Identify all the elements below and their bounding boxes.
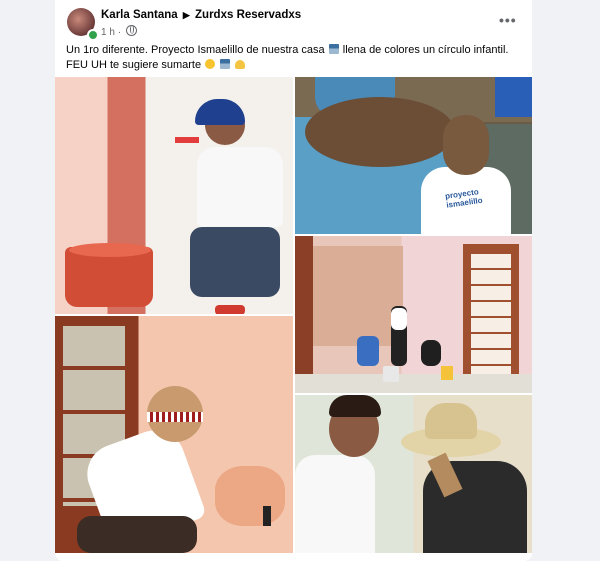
school-emoji-icon: [220, 59, 231, 69]
photo-group-painting-room[interactable]: [295, 236, 532, 393]
more-options-button[interactable]: •••: [499, 12, 517, 28]
photo-man-painting-wall[interactable]: [55, 77, 293, 314]
post-header: Karla Santana ▶ Zurdxs Reservadxs: [101, 9, 301, 21]
photo-woman-painting-door-wall[interactable]: [55, 316, 293, 553]
triangle-right-icon: ▶: [182, 10, 190, 20]
man-jeans: [190, 227, 280, 297]
photo-woman-painting-planter[interactable]: proyecto ismaelillo: [295, 77, 532, 234]
yellow-heart-emoji-icon: [235, 60, 246, 69]
paint-brush: [263, 506, 271, 526]
smile-emoji-icon: [205, 59, 216, 69]
man-shirt: [295, 455, 375, 553]
cap: [195, 99, 245, 125]
online-status-dot: [87, 29, 99, 41]
planter-soil: [305, 97, 455, 167]
post-meta: 1 h ·: [101, 25, 137, 38]
globe-icon[interactable]: [125, 25, 137, 36]
post-text: Un 1ro diferente. Proyecto Ismaelillo de…: [66, 44, 509, 71]
author-name[interactable]: Karla Santana: [101, 9, 178, 21]
post-card: Karla Santana ▶ Zurdxs Reservadxs 1 h · …: [55, 0, 532, 561]
group-name[interactable]: Zurdxs Reservadxs: [195, 9, 301, 21]
school-emoji-icon: [328, 44, 339, 54]
headband: [147, 412, 203, 422]
photo-men-with-hat[interactable]: [295, 395, 532, 553]
post-time[interactable]: 1 h: [101, 27, 115, 38]
man-shirt: [197, 147, 283, 227]
